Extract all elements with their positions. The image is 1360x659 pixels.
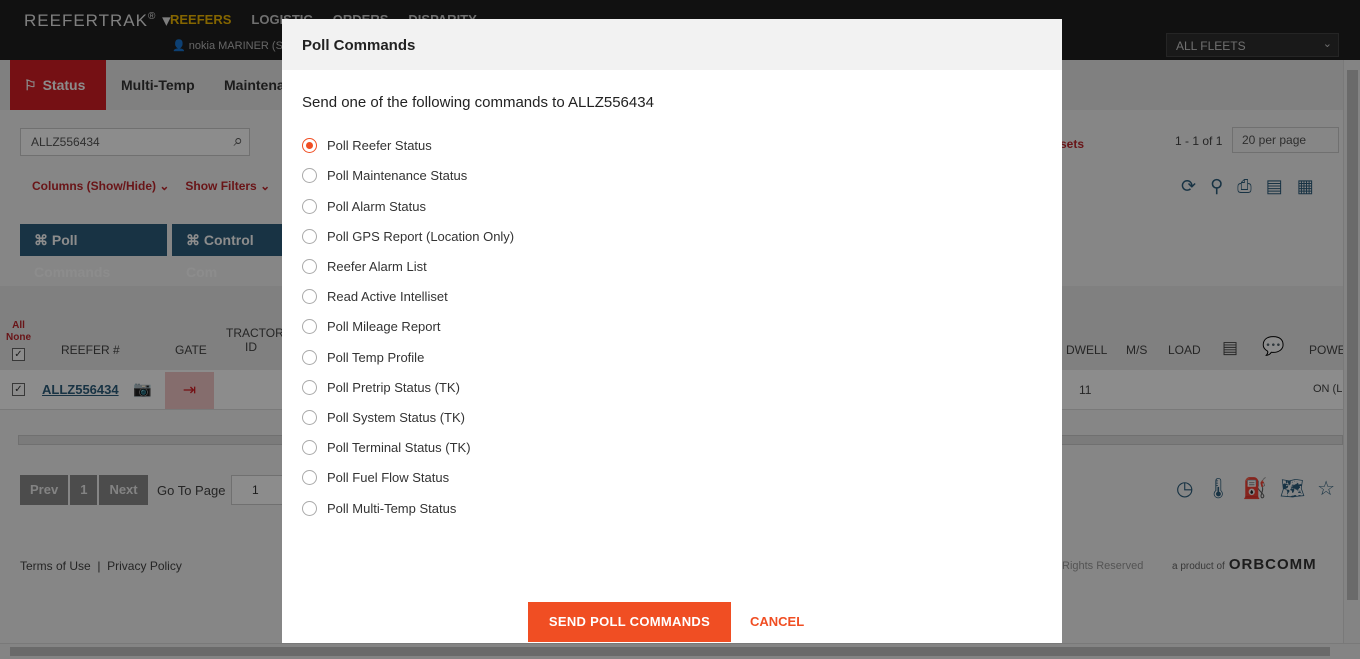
radio-button[interactable]	[302, 228, 317, 244]
option-read-active-intelliset[interactable]: Read Active Intelliset	[302, 286, 448, 306]
radio-button[interactable]	[302, 409, 317, 425]
option-poll-terminal-status[interactable]: Poll Terminal Status (TK)	[302, 437, 471, 457]
option-poll-maintenance-status[interactable]: Poll Maintenance Status	[302, 165, 467, 185]
radio-button[interactable]	[302, 349, 317, 365]
radio-button[interactable]	[302, 379, 317, 395]
dialog-intro: Send one of the following commands to AL…	[302, 94, 654, 111]
radio-button[interactable]	[302, 137, 317, 153]
radio-button[interactable]	[302, 167, 317, 183]
radio-button[interactable]	[302, 318, 317, 334]
option-poll-gps-report[interactable]: Poll GPS Report (Location Only)	[302, 226, 514, 246]
radio-button[interactable]	[302, 469, 317, 485]
dialog-title: Poll Commands	[282, 19, 1062, 70]
radio-button[interactable]	[302, 500, 317, 516]
option-poll-multi-temp-status[interactable]: Poll Multi-Temp Status	[302, 498, 456, 518]
option-poll-temp-profile[interactable]: Poll Temp Profile	[302, 347, 424, 367]
option-poll-fuel-flow-status[interactable]: Poll Fuel Flow Status	[302, 467, 449, 487]
option-poll-system-status[interactable]: Poll System Status (TK)	[302, 407, 465, 427]
radio-button[interactable]	[302, 258, 317, 274]
radio-button[interactable]	[302, 288, 317, 304]
option-reefer-alarm-list[interactable]: Reefer Alarm List	[302, 256, 427, 276]
send-poll-commands-button[interactable]: SEND POLL COMMANDS	[528, 602, 731, 642]
option-poll-mileage-report[interactable]: Poll Mileage Report	[302, 316, 440, 336]
poll-commands-dialog: Poll Commands Send one of the following …	[282, 19, 1062, 643]
cancel-button[interactable]: CANCEL	[750, 602, 804, 642]
option-poll-pretrip-status[interactable]: Poll Pretrip Status (TK)	[302, 377, 460, 397]
radio-button[interactable]	[302, 439, 317, 455]
radio-button[interactable]	[302, 198, 317, 214]
option-poll-alarm-status[interactable]: Poll Alarm Status	[302, 196, 426, 216]
option-poll-reefer-status[interactable]: Poll Reefer Status	[302, 135, 432, 155]
